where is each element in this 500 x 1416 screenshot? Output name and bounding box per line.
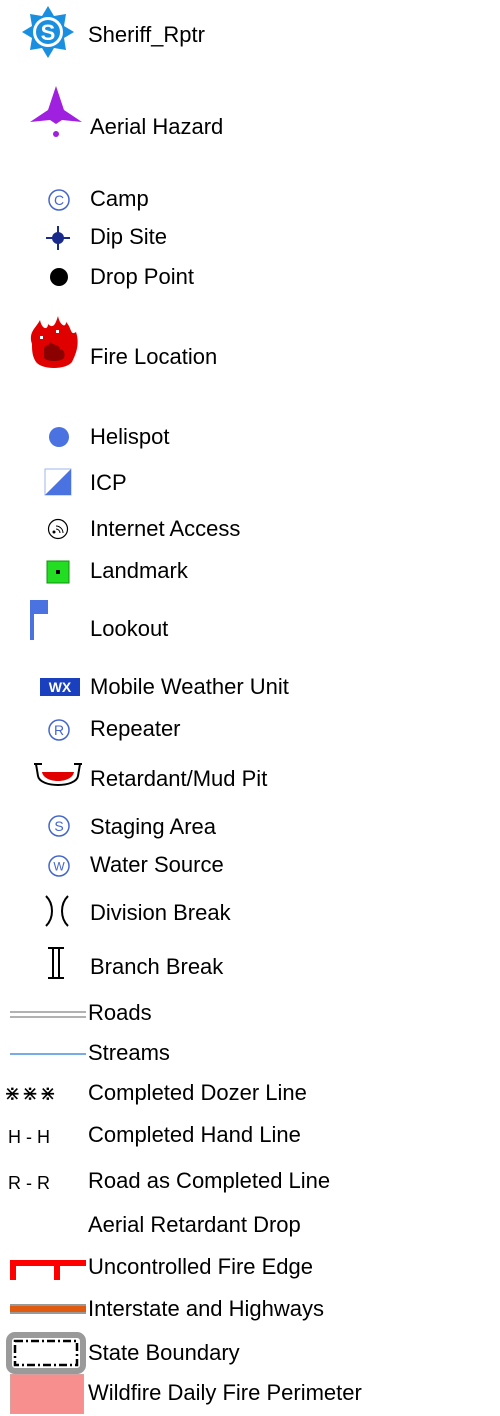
legend-label: Dip Site <box>90 224 168 249</box>
sheriff-star-icon: S <box>20 4 76 60</box>
perimeter-swatch-icon <box>10 1374 84 1414</box>
svg-text:R: R <box>54 722 64 738</box>
wx-badge-icon: WX <box>40 678 80 696</box>
legend-label: Wildfire Daily Fire Perimeter <box>88 1380 362 1405</box>
map-legend: { "legend": { "items": [ {"label": "Sher… <box>0 0 500 1416</box>
division-break-icon <box>42 894 72 928</box>
black-dot-icon <box>48 266 70 288</box>
uncontrolled-edge-icon <box>10 1256 86 1280</box>
legend-label: Staging Area <box>90 814 216 839</box>
svg-text:W: W <box>53 860 65 874</box>
flag-icon <box>28 600 50 644</box>
legend-label: ICP <box>90 470 127 495</box>
svg-text:S: S <box>41 20 56 45</box>
blue-dot-icon <box>48 426 70 448</box>
circled-s-icon: S <box>47 814 71 838</box>
legend-label: Fire Location <box>90 344 218 369</box>
svg-text:S: S <box>54 818 63 834</box>
state-boundary-icon <box>6 1332 86 1374</box>
legend-label: Lookout <box>90 616 169 641</box>
legend-label: Helispot <box>90 424 170 449</box>
branch-break-icon <box>44 946 68 980</box>
double-line-icon <box>10 1010 86 1020</box>
legend-label: Repeater <box>90 716 181 741</box>
circled-r-icon: R <box>47 718 71 742</box>
legend-label: Camp <box>90 186 149 211</box>
circled-w-icon: W <box>47 854 71 878</box>
legend-label: Roads <box>88 1000 152 1025</box>
legend-label: Branch Break <box>90 954 224 979</box>
legend-label: State Boundary <box>88 1340 240 1365</box>
legend-label: Streams <box>88 1040 170 1065</box>
crosshair-dot-icon <box>44 224 72 252</box>
highway-line-icon <box>10 1304 86 1314</box>
legend-label: Uncontrolled Fire Edge <box>88 1254 314 1279</box>
legend-label: Aerial Hazard <box>90 114 224 139</box>
svg-text:C: C <box>54 192 64 208</box>
hand-line-icon: H - H <box>8 1127 50 1147</box>
legend-label: Drop Point <box>90 264 194 289</box>
legend-label: Retardant/Mud Pit <box>90 766 268 791</box>
legend-label: Sheriff_Rptr <box>88 22 205 47</box>
dozer-line-icon: ⋇⋇⋇ <box>4 1083 58 1105</box>
icp-triangle-icon <box>44 468 72 496</box>
svg-text:WX: WX <box>49 679 72 695</box>
legend-label: Mobile Weather Unit <box>90 674 289 699</box>
road-line-icon: R - R <box>8 1173 50 1193</box>
circled-c-icon: C <box>47 188 71 212</box>
legend-label: Water Source <box>90 852 224 877</box>
legend-label: Landmark <box>90 558 188 583</box>
green-square-icon <box>46 560 70 584</box>
aerial-hazard-icon <box>28 84 84 140</box>
legend-label: Completed Hand Line <box>88 1122 301 1147</box>
legend-label: Internet Access <box>90 516 241 541</box>
stream-line-icon <box>10 1052 86 1056</box>
flame-icon <box>26 314 82 372</box>
legend-label: Division Break <box>90 900 231 925</box>
legend-label: Interstate and Highways <box>88 1296 325 1321</box>
legend-label: Completed Dozer Line <box>88 1080 307 1105</box>
mud-pit-icon <box>32 762 84 792</box>
legend-label: Road as Completed Line <box>88 1168 331 1193</box>
legend-label: Aerial Retardant Drop <box>88 1212 301 1237</box>
wifi-circle-icon <box>47 518 69 540</box>
